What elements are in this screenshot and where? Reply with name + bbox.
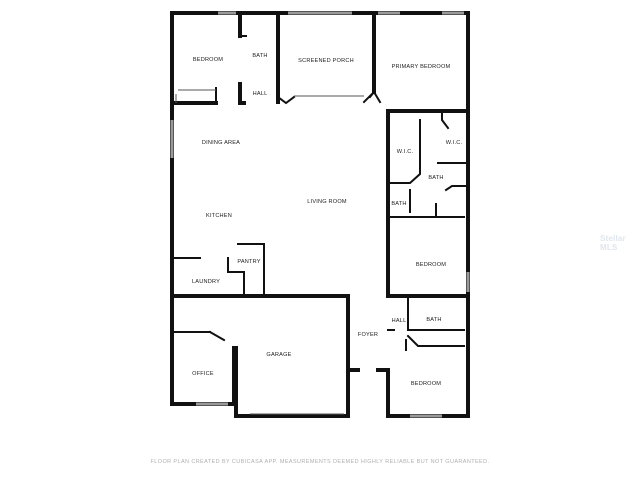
room-label-pantry: PANTRY [237, 259, 260, 265]
room-label-bath-e: BATH [426, 317, 441, 323]
room-label-screened-porch: SCREENED PORCH [298, 58, 354, 64]
room-label-office: OFFICE [192, 371, 214, 377]
room-label-bath-n: BATH [252, 53, 267, 59]
room-label-primary-bedroom: PRIMARY BEDROOM [392, 64, 451, 70]
room-label-bedroom-se: BEDROOM [411, 381, 441, 387]
room-labels: BEDROOM BATH SCREENED PORCH PRIMARY BEDR… [192, 53, 462, 387]
room-label-dining-area: DINING AREA [202, 140, 240, 146]
footer-disclaimer: FLOOR PLAN CREATED BY CUBICASA APP. MEAS… [150, 459, 490, 465]
stellar-mls-watermark: Stellar MLS [600, 234, 626, 252]
room-label-laundry: LAUNDRY [192, 279, 220, 285]
floor-plan: BEDROOM BATH SCREENED PORCH PRIMARY BEDR… [170, 11, 470, 418]
room-label-wic-right: W.I.C. [446, 140, 463, 146]
room-label-kitchen: KITCHEN [206, 213, 232, 219]
room-label-living-room: LIVING ROOM [307, 199, 347, 205]
room-label-bedroom-nw: BEDROOM [193, 57, 223, 63]
room-label-hall-e: HALL [392, 318, 407, 324]
room-label-bedroom-e: BEDROOM [416, 262, 446, 268]
room-label-foyer: FOYER [358, 332, 378, 338]
room-label-garage: GARAGE [266, 352, 291, 358]
room-label-wic-left: W.I.C. [397, 149, 414, 155]
room-label-bath-small: BATH [391, 201, 406, 207]
room-label-hall-n: HALL [253, 91, 268, 97]
room-label-bath-primary: BATH [428, 175, 443, 181]
